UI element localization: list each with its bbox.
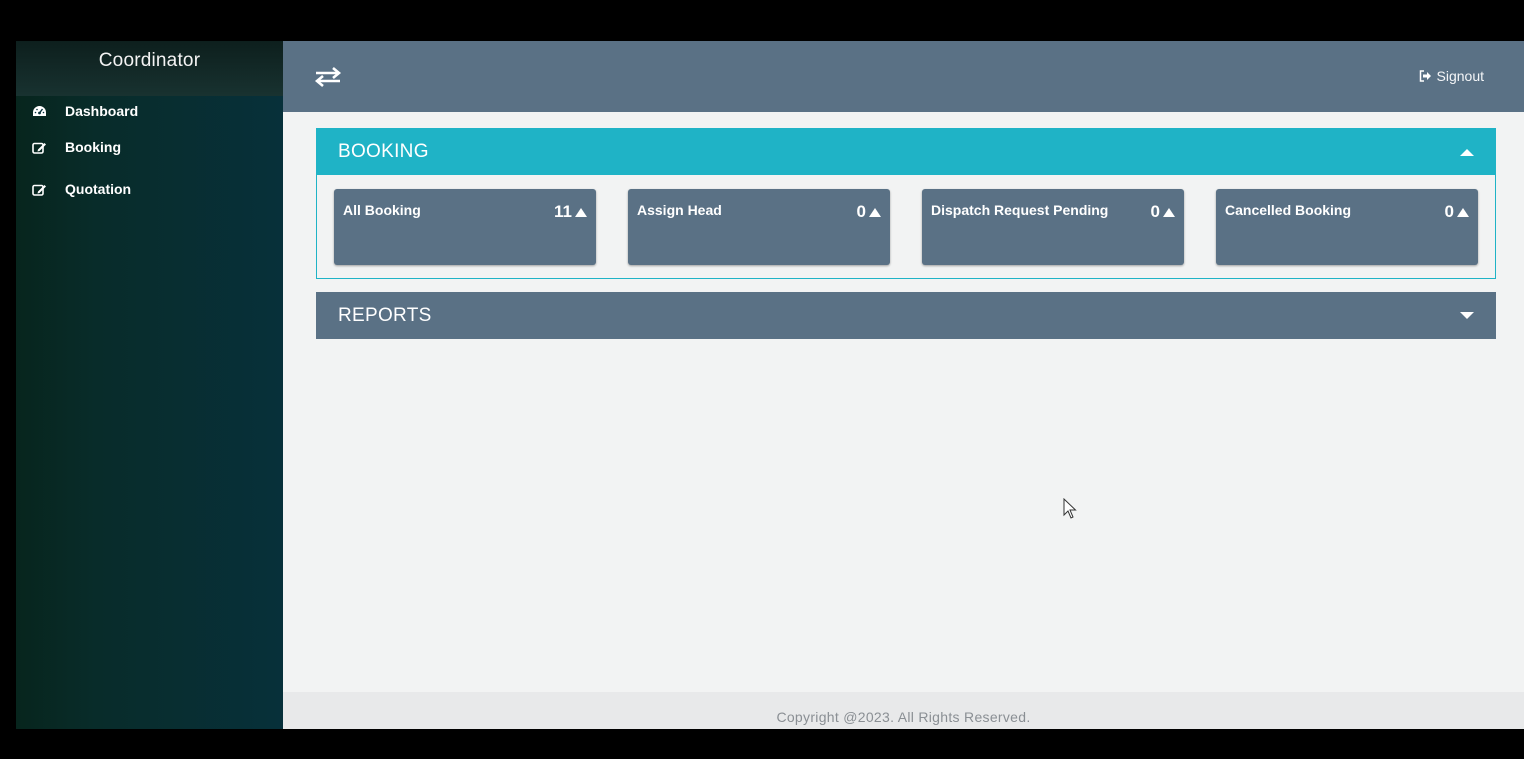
booking-cards: All Booking 11 Assign Head 0 Dispatch Re… [334, 189, 1480, 265]
card-count: 0 [1150, 202, 1160, 221]
edit-icon [32, 182, 48, 196]
triangle-up-icon [869, 207, 881, 217]
card-value: 0 [1151, 202, 1175, 222]
card-label: Assign Head [637, 202, 722, 218]
sidebar-item-booking[interactable]: Booking [16, 126, 283, 168]
top-bar: Signout [283, 41, 1524, 112]
footer: Copyright @2023. All Rights Reserved. [283, 692, 1524, 729]
triangle-up-icon [1457, 207, 1469, 217]
signout-icon [1419, 70, 1432, 82]
booking-panel-title: BOOKING [338, 140, 429, 162]
card-all-booking[interactable]: All Booking 11 [334, 189, 596, 265]
card-cancelled-booking[interactable]: Cancelled Booking 0 [1216, 189, 1478, 265]
card-label: Cancelled Booking [1225, 202, 1352, 218]
booking-panel-header[interactable]: BOOKING [316, 128, 1496, 175]
copyright-text: Copyright @2023. All Rights Reserved. [776, 709, 1031, 725]
reports-panel-header[interactable]: REPORTS [316, 292, 1496, 339]
sidebar-item-dashboard[interactable]: Dashboard [16, 96, 283, 126]
reports-panel: REPORTS [316, 292, 1496, 339]
sidebar-nav: Dashboard Booking Quotation [16, 96, 283, 210]
card-dispatch-request-pending[interactable]: Dispatch Request Pending 0 [922, 189, 1184, 265]
app-window: Coordinator Dashboard Booking Quotation … [16, 41, 1524, 729]
swap-arrows-icon[interactable] [313, 65, 343, 89]
caret-up-icon[interactable] [1460, 148, 1474, 156]
sidebar: Coordinator Dashboard Booking Quotation [16, 41, 283, 729]
card-count: 0 [856, 202, 866, 221]
sidebar-item-label: Quotation [65, 181, 132, 197]
sidebar-item-quotation[interactable]: Quotation [16, 168, 283, 210]
sidebar-item-label: Booking [65, 139, 121, 155]
signout-link[interactable]: Signout [1419, 68, 1484, 84]
card-assign-head[interactable]: Assign Head 0 [628, 189, 890, 265]
signout-label: Signout [1436, 68, 1484, 84]
card-label: Dispatch Request Pending [931, 202, 1109, 218]
dashboard-icon [32, 104, 48, 118]
card-value: 0 [1445, 202, 1469, 222]
card-count: 11 [554, 202, 572, 221]
card-label: All Booking [343, 202, 421, 218]
edit-icon [32, 140, 48, 154]
caret-down-icon[interactable] [1460, 311, 1474, 320]
mouse-cursor-icon [1063, 497, 1077, 520]
card-count: 0 [1444, 202, 1454, 221]
reports-panel-title: REPORTS [338, 304, 432, 326]
triangle-up-icon [1163, 207, 1175, 217]
card-value: 11 [554, 202, 587, 222]
triangle-up-icon [575, 207, 587, 217]
sidebar-brand: Coordinator [16, 41, 283, 96]
card-value: 0 [857, 202, 881, 222]
booking-panel: BOOKING All Booking 11 Assign Head 0 Dis… [316, 128, 1496, 279]
sidebar-item-label: Dashboard [65, 103, 139, 119]
